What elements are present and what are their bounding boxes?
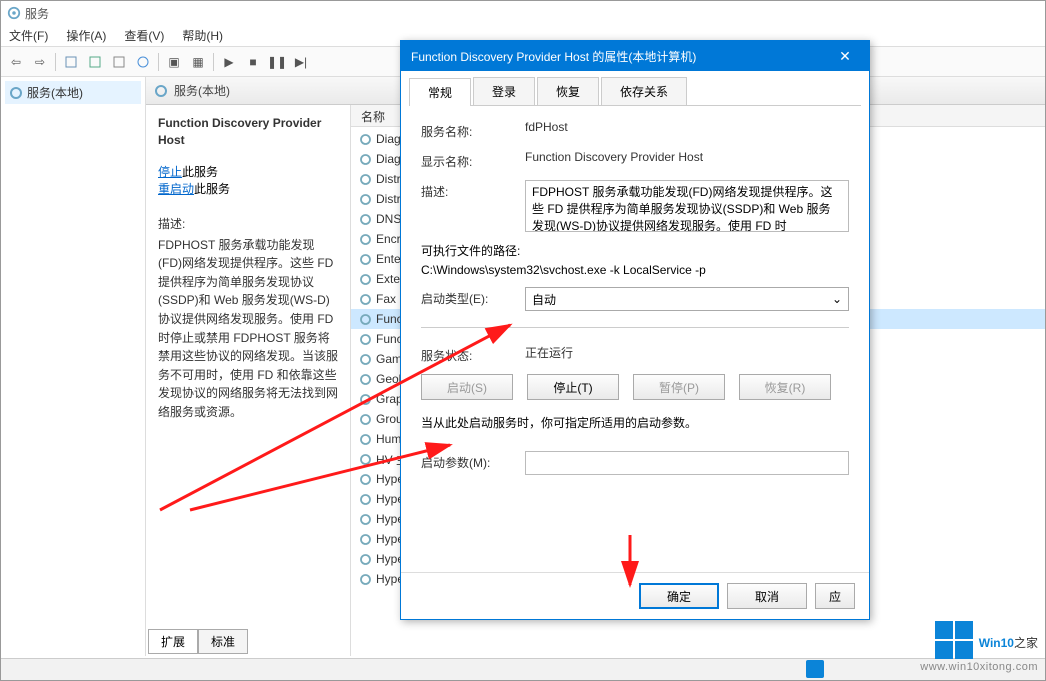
toolbar-icon[interactable]: ▣	[163, 51, 185, 73]
stop-icon[interactable]: ■	[242, 51, 264, 73]
resume-button[interactable]: 恢复(R)	[739, 374, 831, 400]
label-startup-type: 启动类型(E):	[421, 287, 517, 307]
gear-icon	[359, 433, 372, 446]
play-icon[interactable]: ▶	[218, 51, 240, 73]
window-title-bar: 服务	[1, 1, 1045, 25]
gear-icon	[359, 393, 372, 406]
center-header-label: 服务(本地)	[174, 82, 230, 99]
tab-dependencies[interactable]: 依存关系	[601, 77, 687, 105]
gear-icon	[359, 453, 372, 466]
back-button[interactable]: ⇦	[5, 51, 27, 73]
gear-icon	[359, 193, 372, 206]
gear-icon	[7, 6, 21, 20]
toolbar-icon[interactable]: ▦	[187, 51, 209, 73]
label-service-status: 服务状态:	[421, 344, 517, 364]
value-service-name: fdPHost	[525, 120, 849, 134]
export-button[interactable]	[108, 51, 130, 73]
description-textarea[interactable]: FDPHOST 服务承载功能发现(FD)网络发现提供程序。这些 FD 提供程序为…	[525, 180, 849, 232]
gear-icon	[359, 333, 372, 346]
pause-icon[interactable]: ❚❚	[266, 51, 288, 73]
start-param-input[interactable]	[525, 451, 849, 475]
tree-item-label: 服务(本地)	[27, 84, 83, 101]
gear-icon	[359, 173, 372, 186]
ok-button[interactable]: 确定	[639, 583, 719, 609]
tab-logon[interactable]: 登录	[473, 77, 535, 105]
value-display-name: Function Discovery Provider Host	[525, 150, 849, 164]
cancel-button[interactable]: 取消	[727, 583, 807, 609]
gear-icon	[359, 493, 372, 506]
gear-icon	[9, 86, 23, 100]
value-service-status: 正在运行	[525, 344, 849, 361]
taskbar-mini-icon	[806, 660, 824, 678]
gear-icon	[359, 213, 372, 226]
value-exe-path: C:\Windows\system32\svchost.exe -k Local…	[421, 263, 849, 277]
label-display-name: 显示名称:	[421, 150, 517, 170]
dialog-tabs: 常规 登录 恢复 依存关系	[401, 71, 869, 105]
menu-help[interactable]: 帮助(H)	[182, 27, 223, 44]
chevron-down-icon: ⌄	[832, 292, 842, 306]
pause-button[interactable]: 暂停(P)	[633, 374, 725, 400]
window-title: 服务	[25, 5, 49, 22]
start-param-hint: 当从此处启动服务时，你可指定所适用的启动参数。	[421, 414, 849, 431]
description-label: 描述:	[158, 215, 338, 232]
label-start-param: 启动参数(M):	[421, 451, 517, 471]
refresh-button[interactable]	[84, 51, 106, 73]
startup-type-value: 自动	[532, 291, 556, 308]
dialog-title-bar: Function Discovery Provider Host 的属性(本地计…	[401, 41, 869, 71]
bottom-tabs: 扩展 标准	[148, 629, 248, 654]
description-text: FDPHOST 服务承载功能发现(FD)网络发现提供程序。这些 FD 提供程序为…	[158, 236, 338, 422]
restart-icon[interactable]: ▶|	[290, 51, 312, 73]
gear-icon	[359, 473, 372, 486]
selected-service-title: Function Discovery Provider Host	[158, 115, 338, 149]
menu-file[interactable]: 文件(F)	[9, 27, 48, 44]
stop-service-link[interactable]: 停止	[158, 165, 182, 179]
gear-icon	[359, 313, 372, 326]
watermark: Win10之家 www.win10xitong.com	[920, 621, 1038, 673]
service-properties-dialog: Function Discovery Provider Host 的属性(本地计…	[400, 40, 870, 620]
gear-icon	[359, 533, 372, 546]
forward-button[interactable]: ⇨	[29, 51, 51, 73]
dialog-title: Function Discovery Provider Host 的属性(本地计…	[411, 48, 696, 65]
gear-icon	[359, 573, 372, 586]
detail-pane: Function Discovery Provider Host 停止此服务 重…	[146, 105, 351, 656]
tab-general[interactable]: 常规	[409, 78, 471, 106]
label-description: 描述:	[421, 180, 517, 200]
tab-recovery[interactable]: 恢复	[537, 77, 599, 105]
tab-standard[interactable]: 标准	[198, 629, 248, 654]
dialog-content: 服务名称: fdPHost 显示名称: Function Discovery P…	[409, 105, 861, 572]
close-button[interactable]: ✕	[831, 48, 859, 65]
start-button[interactable]: 启动(S)	[421, 374, 513, 400]
help-button[interactable]	[132, 51, 154, 73]
dialog-button-row: 确定 取消 应	[401, 572, 869, 619]
tree-item-services-local[interactable]: 服务(本地)	[5, 81, 141, 104]
label-exe-path: 可执行文件的路径:	[421, 242, 849, 259]
gear-icon	[359, 233, 372, 246]
gear-icon	[359, 153, 372, 166]
gear-icon	[359, 553, 372, 566]
stop-button[interactable]: 停止(T)	[527, 374, 619, 400]
windows-logo-icon	[935, 621, 973, 659]
gear-icon	[359, 133, 372, 146]
label-service-name: 服务名称:	[421, 120, 517, 140]
gear-icon	[359, 293, 372, 306]
menu-action[interactable]: 操作(A)	[66, 27, 106, 44]
gear-icon	[359, 413, 372, 426]
gear-icon	[359, 513, 372, 526]
restart-service-link[interactable]: 重启动	[158, 182, 194, 196]
toolbar-icon[interactable]	[60, 51, 82, 73]
watermark-url: www.win10xitong.com	[920, 661, 1038, 673]
menu-view[interactable]: 查看(V)	[124, 27, 164, 44]
apply-button[interactable]: 应	[815, 583, 855, 609]
tab-extended[interactable]: 扩展	[148, 629, 198, 654]
status-bar	[1, 658, 1045, 680]
service-action-links: 停止此服务 重启动此服务	[158, 163, 338, 197]
gear-icon	[359, 273, 372, 286]
tree-pane: 服务(本地)	[1, 77, 146, 656]
gear-icon	[359, 373, 372, 386]
gear-icon	[154, 84, 168, 98]
gear-icon	[359, 253, 372, 266]
startup-type-select[interactable]: 自动 ⌄	[525, 287, 849, 311]
gear-icon	[359, 353, 372, 366]
